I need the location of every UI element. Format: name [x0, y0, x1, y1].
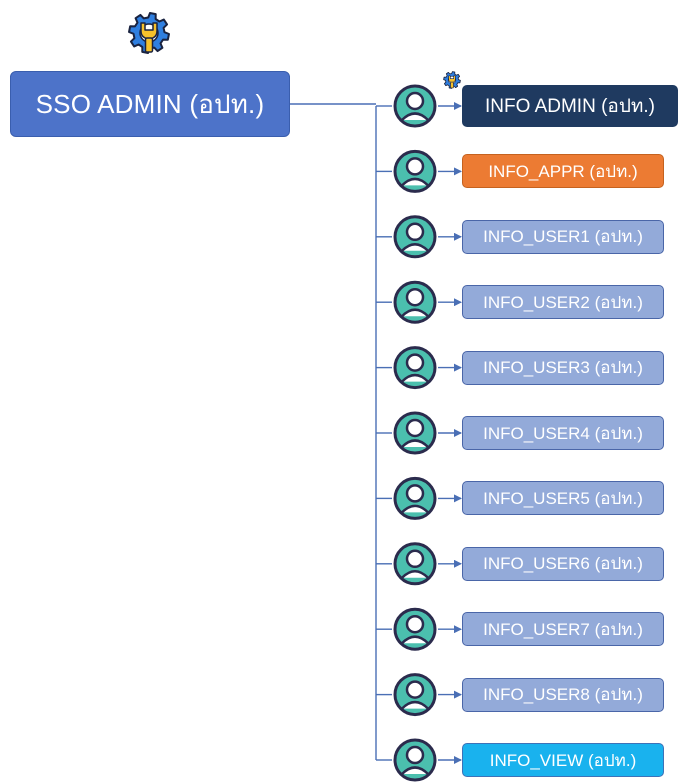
root-node-sso-admin[interactable]: SSO ADMIN (อปท.) — [10, 71, 290, 137]
role-node-7[interactable]: INFO_USER5 (อปท.) — [462, 481, 664, 516]
role-node-5[interactable]: INFO_USER3 (อปท.) — [462, 350, 664, 385]
user-avatar-icon — [393, 280, 437, 324]
role-node-9[interactable]: INFO_USER7 (อปท.) — [462, 612, 664, 647]
gear-wrench-icon — [128, 12, 170, 54]
role-node-2[interactable]: INFO_APPR (อปท.) — [462, 154, 664, 189]
role-node-3[interactable]: INFO_USER1 (อปท.) — [462, 219, 664, 254]
gear-wrench-icon — [128, 12, 170, 54]
role-node-10[interactable]: INFO_USER8 (อปท.) — [462, 677, 664, 712]
role-node-label: INFO_USER5 (อปท.) — [483, 488, 643, 508]
user-avatar-icon — [393, 673, 437, 717]
user-avatar-icon — [393, 346, 437, 390]
role-node-label: INFO_USER8 (อปท.) — [483, 685, 643, 705]
user-avatar-icon — [393, 84, 437, 128]
user-avatar-icon — [393, 149, 437, 193]
role-node-11[interactable]: INFO_VIEW (อปท.) — [462, 743, 664, 777]
avatar-column — [393, 71, 461, 782]
user-avatar-icon — [393, 476, 437, 520]
role-node-8[interactable]: INFO_USER6 (อปท.) — [462, 546, 664, 581]
role-node-1[interactable]: INFO ADMIN (อปท.) — [462, 85, 678, 127]
user-avatar-icon — [393, 411, 437, 455]
user-avatar-icon — [393, 542, 437, 586]
role-node-label: INFO ADMIN (อปท.) — [484, 96, 656, 117]
role-node-label: INFO_APPR (อปท.) — [488, 161, 638, 181]
role-node-label: INFO_USER3 (อปท.) — [483, 358, 643, 378]
user-avatar-icon — [393, 607, 437, 651]
role-node-label: INFO_USER7 (อปท.) — [483, 619, 643, 639]
user-avatar-icon — [393, 738, 437, 782]
user-avatar-icon — [393, 215, 437, 259]
role-node-4[interactable]: INFO_USER2 (อปท.) — [462, 285, 664, 320]
role-node-6[interactable]: INFO_USER4 (อปท.) — [462, 416, 664, 450]
role-node-label: INFO_USER1 (อปท.) — [483, 227, 643, 247]
role-node-label: INFO_USER6 (อปท.) — [483, 554, 643, 574]
role-node-label: INFO_VIEW (อปท.) — [489, 750, 637, 770]
gear-wrench-icon — [443, 71, 461, 89]
role-node-label: INFO_USER2 (อปท.) — [483, 292, 643, 312]
role-node-label: INFO_USER4 (อปท.) — [483, 423, 643, 443]
root-node-label: SSO ADMIN (อปท.) — [35, 88, 265, 119]
